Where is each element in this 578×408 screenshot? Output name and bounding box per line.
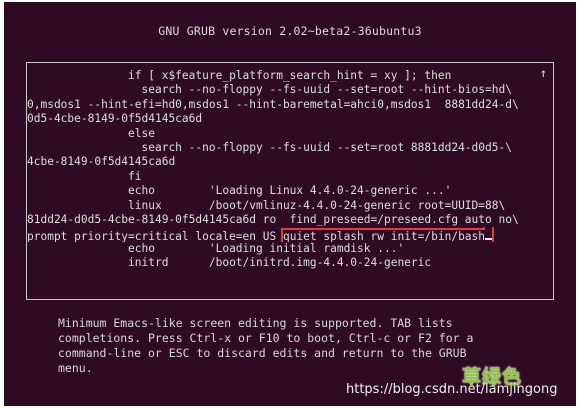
edited-boot-params: quiet splash rw init=/bin/bash bbox=[282, 230, 486, 242]
script-line[interactable]: search --no-floppy --fs-uuid --set=root … bbox=[27, 141, 547, 155]
script-line[interactable]: initrd /boot/initrd.img-4.4.0-24-generic bbox=[27, 256, 547, 270]
editing-help-text: Minimum Emacs-like screen editing is sup… bbox=[58, 316, 474, 375]
script-line[interactable]: fi bbox=[27, 170, 547, 184]
script-line[interactable]: 0d5-4cbe-8149-0f5d4145ca6d bbox=[27, 112, 547, 126]
edited-kernel-line[interactable]: prompt priority=critical locale=en_US qu… bbox=[27, 227, 547, 242]
script-line[interactable]: else bbox=[27, 127, 547, 141]
grub-screen: GNU GRUB version 2.02~beta2-36ubuntu3 ↑ … bbox=[4, 2, 576, 406]
text-cursor bbox=[485, 227, 493, 241]
highlighted-boot-params: quiet splash rw init=/bin/bash bbox=[280, 227, 495, 242]
script-line[interactable]: 81dd24-d0d5-4cbe-8149-0f5d4145ca6d ro fi… bbox=[27, 213, 547, 227]
script-line[interactable]: echo 'Loading initial ramdisk ...' bbox=[27, 242, 547, 256]
grub-edit-area[interactable]: ↑ if [ x$feature_platform_search_hint = … bbox=[26, 62, 554, 300]
script-line[interactable]: search --no-floppy --fs-uuid --set=root … bbox=[27, 83, 547, 97]
script-line[interactable]: if [ x$feature_platform_search_hint = xy… bbox=[27, 69, 547, 83]
grub-header-title: GNU GRUB version 2.02~beta2-36ubuntu3 bbox=[158, 24, 422, 38]
boot-entry-lines[interactable]: if [ x$feature_platform_search_hint = xy… bbox=[27, 69, 547, 270]
kernel-params-prefix: prompt priority=critical locale=en_US bbox=[27, 230, 283, 242]
script-line[interactable]: linux /boot/vmlinuz-4.4.0-24-generic roo… bbox=[27, 199, 547, 213]
script-line[interactable]: 4cbe-8149-0f5d4145ca6d bbox=[27, 155, 547, 169]
script-line[interactable]: 0,msdos1 --hint-efi=hd0,msdos1 --hint-ba… bbox=[27, 98, 547, 112]
watermark-url: https://blog.csdn.net/lamjingong bbox=[346, 382, 558, 397]
script-line[interactable]: echo 'Loading Linux 4.4.0-24-generic ...… bbox=[27, 184, 547, 198]
